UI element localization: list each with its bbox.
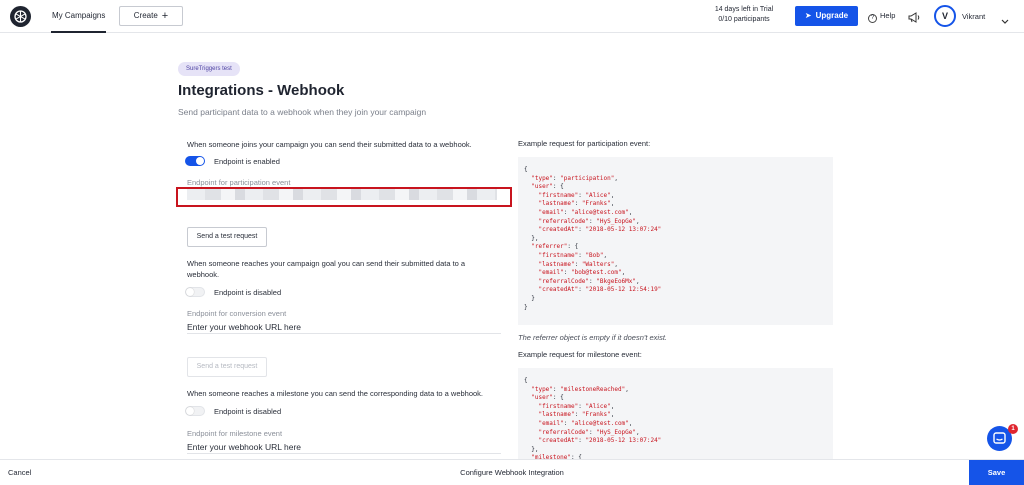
page-subtitle: Send participant data to a webhook when … <box>178 107 427 117</box>
conversion-toggle-label: Endpoint is disabled <box>214 288 282 297</box>
bottom-action-bar: Cancel Configure Webhook Integration Sav… <box>0 459 1024 485</box>
milestone-field-label: Endpoint for milestone event <box>187 429 283 438</box>
participation-field-label: Endpoint for participation event <box>187 178 291 187</box>
participation-example-label: Example request for participation event: <box>518 139 651 148</box>
create-button[interactable]: Create + <box>119 6 183 26</box>
help-link[interactable]: ? Help <box>868 11 895 23</box>
code-line: "referralCode": "BkgeEo6Mx", <box>538 277 640 285</box>
trial-days-left: 14 days left in Trial <box>714 6 774 13</box>
chat-unread-badge: 1 <box>1008 424 1018 434</box>
nav-tab-my-campaigns[interactable]: My Campaigns <box>51 0 107 33</box>
app-logo-icon[interactable] <box>10 6 31 27</box>
code-line: "createdAt": "2018-05-12 12:54:19" <box>538 286 662 294</box>
code-line: "createdAt": "2018-05-12 13:07:24" <box>538 226 662 234</box>
code-line: "referralCode": "HyS_EopGe", <box>538 428 640 436</box>
code-line: }, <box>524 445 539 453</box>
user-name[interactable]: Vikrant <box>962 12 985 21</box>
highlight-annotation <box>176 187 512 207</box>
code-line: "type": "milestoneReached", <box>531 385 629 393</box>
code-line: "referralCode": "HyS_EopGe", <box>538 217 640 225</box>
code-line: "email": "alice@test.com", <box>538 419 633 427</box>
milestone-description: When someone reaches a milestone you can… <box>187 389 484 398</box>
plus-icon: + <box>161 10 169 22</box>
milestone-example-code: { "type": "milestoneReached", "user": { … <box>518 368 833 459</box>
participation-test-request-button[interactable]: Send a test request <box>187 227 267 247</box>
trial-status: 14 days left in Trial 0/10 participants <box>690 5 798 25</box>
code-line: "firstname": "Alice", <box>538 402 615 410</box>
referrer-note: The referrer object is empty if it doesn… <box>518 333 667 342</box>
bottom-bar-title: Configure Webhook Integration <box>460 468 564 477</box>
user-avatar[interactable]: V <box>934 5 956 27</box>
top-navigation-bar: My Campaigns Create + 14 days left in Tri… <box>0 0 1024 33</box>
code-line: "user": { <box>531 394 564 402</box>
conversion-test-request-button[interactable]: Send a test request <box>187 357 267 377</box>
code-line: } <box>524 294 535 302</box>
code-line: "createdAt": "2018-05-12 13:07:24" <box>538 437 662 445</box>
participation-toggle-label: Endpoint is enabled <box>214 157 280 166</box>
code-line: "type": "participation", <box>531 174 618 182</box>
code-line: } <box>524 303 528 311</box>
code-line: "email": "alice@test.com", <box>538 208 633 216</box>
code-line: { <box>524 377 528 384</box>
code-line: "referrer": { <box>531 243 579 251</box>
announcements-icon[interactable] <box>908 10 920 28</box>
upgrade-button-label: Upgrade <box>815 11 849 20</box>
code-line: }, <box>524 234 539 242</box>
conversion-description-line-1: When someone reaches your campaign goal … <box>187 259 466 268</box>
milestone-example-label: Example request for milestone event: <box>518 350 642 359</box>
campaign-badge: SureTriggers test <box>178 62 240 76</box>
conversion-endpoint-input[interactable] <box>187 320 501 334</box>
participation-example-code: { "type": "participation", "user": { "fi… <box>518 157 833 325</box>
create-button-label: Create <box>133 11 158 20</box>
code-line: "lastname": "Franks", <box>538 200 615 208</box>
participation-endpoint-toggle[interactable] <box>185 156 205 166</box>
conversion-description-line-2: webhook. <box>187 270 220 279</box>
conversion-field-label: Endpoint for conversion event <box>187 309 287 318</box>
participation-description: When someone joins your campaign you can… <box>187 140 472 149</box>
code-line: "lastname": "Franks", <box>538 411 615 419</box>
conversion-endpoint-toggle[interactable] <box>185 287 205 297</box>
code-line: "lastname": "Walters", <box>538 260 618 268</box>
code-line: "email": "bob@test.com", <box>538 269 626 277</box>
chevron-down-icon[interactable] <box>1001 12 1009 30</box>
rocket-icon: ➤ <box>804 11 812 20</box>
trial-participants: 0/10 participants <box>718 16 770 23</box>
upgrade-button[interactable]: ➤ Upgrade <box>795 6 858 26</box>
question-icon: ? <box>868 14 877 23</box>
code-line: "firstname": "Alice", <box>538 191 615 199</box>
milestone-endpoint-toggle[interactable] <box>185 406 205 416</box>
save-button[interactable]: Save <box>969 460 1024 485</box>
code-line: "user": { <box>531 183 564 191</box>
page-title: Integrations - Webhook <box>178 82 345 99</box>
help-label: Help <box>880 11 896 20</box>
code-line: "firstname": "Bob", <box>538 251 608 259</box>
code-line: { <box>524 166 528 173</box>
milestone-endpoint-input[interactable] <box>187 440 501 454</box>
milestone-toggle-label: Endpoint is disabled <box>214 407 282 416</box>
